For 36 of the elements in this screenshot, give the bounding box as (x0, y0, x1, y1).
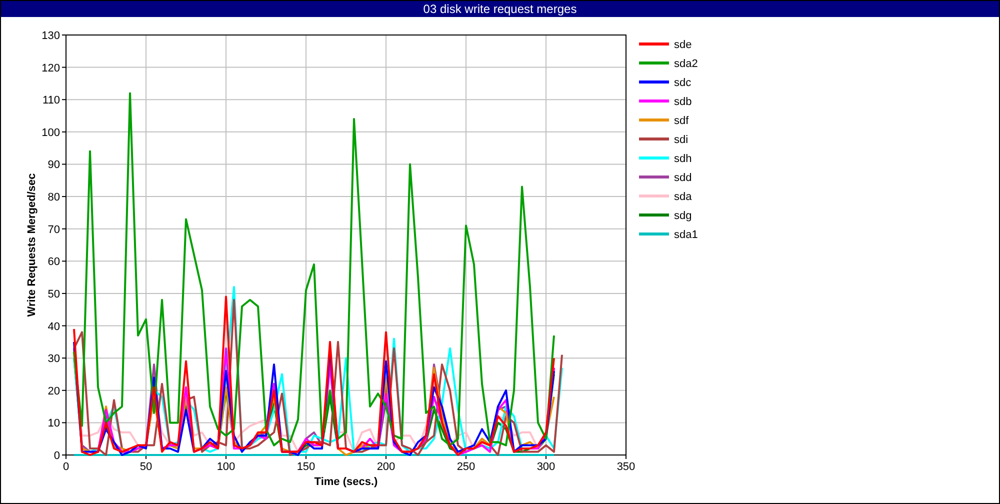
legend-label: sdi (674, 134, 688, 146)
legend-label: sda (674, 191, 692, 203)
y-tick-label: 80 (48, 192, 60, 204)
y-tick-label: 100 (42, 126, 60, 139)
x-tick-label: 100 (216, 461, 236, 473)
legend-label: sdf (674, 115, 689, 127)
legend-label: sdd (674, 172, 692, 184)
y-tick-label: 130 (42, 30, 60, 42)
chart-title: 03 disk write request merges (1, 1, 999, 17)
legend-label: sdc (674, 77, 692, 89)
y-tick-label: 120 (42, 62, 60, 74)
y-tick-label: 60 (48, 256, 60, 268)
x-tick-label: 0 (62, 461, 70, 473)
x-tick-label: 300 (536, 461, 556, 473)
y-tick-label: 10 (48, 418, 60, 430)
y-tick-label: 90 (48, 159, 60, 172)
legend-label: sda1 (674, 229, 698, 241)
legend-label: sdg (674, 210, 692, 222)
legend-label: sdh (674, 153, 692, 165)
y-axis-label: Write Requests Merged/sec (26, 173, 38, 317)
legend-label: sdb (674, 96, 692, 108)
legend-label: sde (674, 39, 692, 51)
x-tick-label: 350 (616, 461, 636, 473)
y-tick-label: 0 (54, 450, 60, 462)
x-tick-label: 50 (140, 461, 152, 473)
y-tick-label: 40 (48, 320, 60, 333)
legend-label: sda2 (674, 58, 698, 70)
x-tick-label: 200 (376, 461, 396, 473)
y-tick-label: 30 (48, 353, 60, 366)
x-axis-label: Time (secs.) (314, 476, 378, 488)
y-tick-label: 50 (48, 288, 60, 300)
x-tick-label: 250 (456, 461, 476, 473)
x-tick-label: 150 (296, 461, 316, 473)
y-tick-label: 20 (48, 385, 60, 398)
y-tick-label: 110 (42, 94, 60, 107)
y-tick-label: 70 (48, 224, 60, 236)
